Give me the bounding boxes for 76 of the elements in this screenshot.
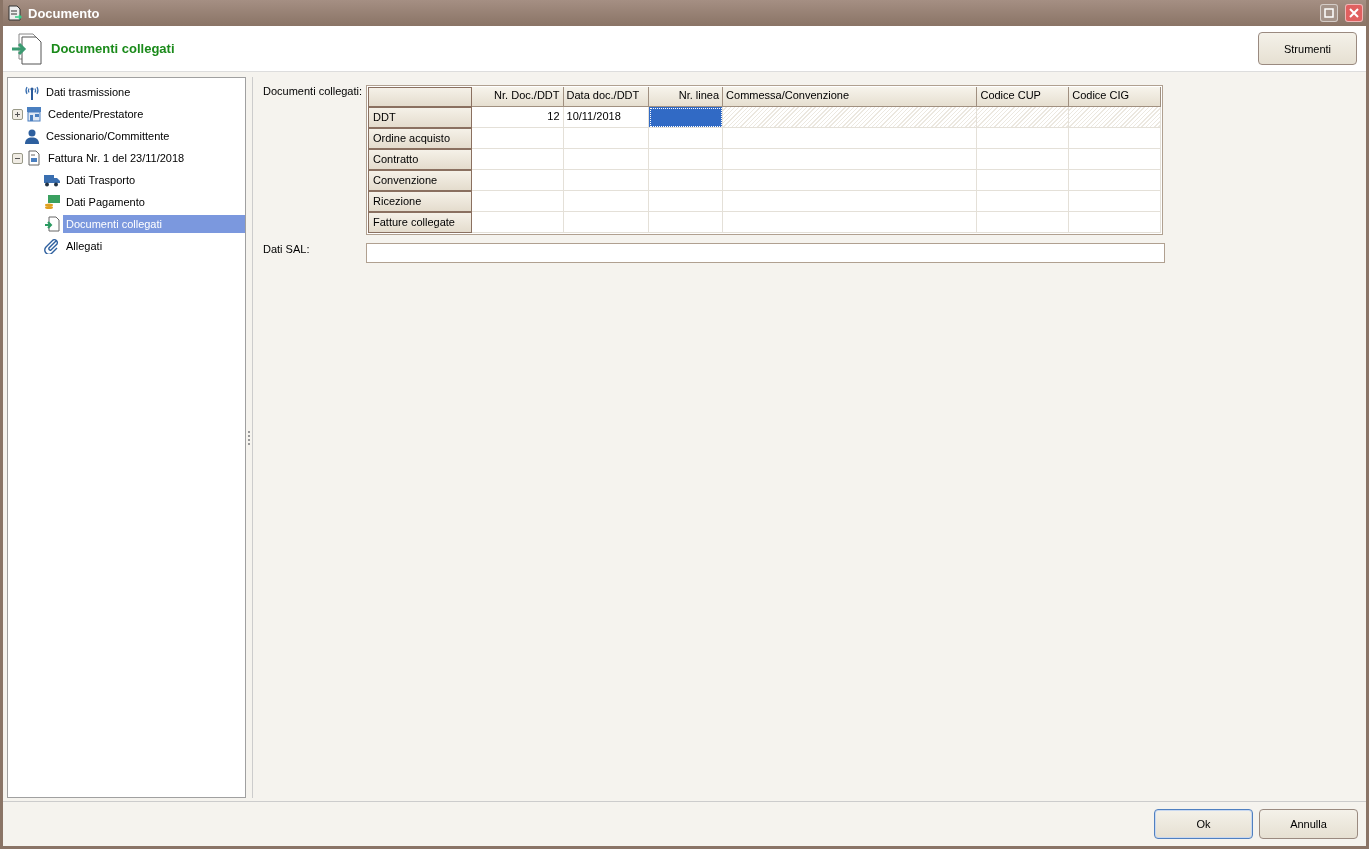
person-icon: [24, 128, 40, 144]
column-header[interactable]: Codice CUP: [977, 87, 1070, 107]
row-header: Contratto: [368, 149, 472, 170]
table-cell[interactable]: [1069, 191, 1161, 212]
antenna-icon: [24, 84, 40, 100]
store-icon: [26, 106, 42, 122]
tree-item[interactable]: Fattura Nr. 1 del 23/11/2018: [45, 149, 188, 167]
column-header[interactable]: Commessa/Convenzione: [723, 87, 978, 107]
close-icon: [1349, 8, 1359, 18]
table-cell[interactable]: [723, 149, 978, 170]
table-cell[interactable]: [471, 191, 564, 212]
table-cell[interactable]: [977, 191, 1070, 212]
table-cell[interactable]: [563, 128, 650, 149]
linked-document-icon: [44, 216, 60, 232]
tree-item[interactable]: Cessionario/Committente: [43, 127, 173, 145]
dialog-button[interactable]: Annulla: [1259, 809, 1358, 839]
field-label: Documenti collegati:: [263, 85, 360, 99]
window-title: Documento: [28, 5, 100, 21]
column-header[interactable]: Data doc./DDT: [563, 87, 650, 107]
row-header: Convenzione: [368, 170, 472, 191]
table-cell[interactable]: [1069, 170, 1161, 191]
dialog-button[interactable]: Ok: [1154, 809, 1253, 839]
table-cell[interactable]: [649, 170, 724, 191]
table-cell[interactable]: [471, 128, 564, 149]
maximize-icon: [1324, 8, 1334, 18]
table-cell[interactable]: [723, 170, 978, 191]
truck-icon: [44, 172, 60, 188]
row-header: Fatture collegate: [368, 212, 472, 233]
tools-button[interactable]: Strumenti: [1258, 32, 1357, 65]
table-cell[interactable]: [723, 191, 978, 212]
table-cell[interactable]: [471, 212, 564, 233]
collapse-toggle[interactable]: [12, 152, 23, 164]
table-cell[interactable]: [1069, 212, 1161, 233]
plus-icon: [13, 109, 22, 119]
tree-item[interactable]: Dati Trasporto: [63, 171, 139, 189]
row-header: Ordine acquisto: [368, 128, 472, 149]
table-cell[interactable]: [977, 212, 1070, 233]
maximize-button[interactable]: [1320, 4, 1338, 22]
paperclip-icon: [44, 238, 60, 254]
table-cell[interactable]: [977, 128, 1070, 149]
row-header: Ricezione: [368, 191, 472, 212]
tree-item[interactable]: Dati trasmissione: [43, 83, 134, 101]
page-title: Documenti collegati: [51, 41, 175, 56]
table-cell[interactable]: [563, 170, 650, 191]
input-field[interactable]: [366, 243, 1165, 263]
money-icon: [44, 194, 60, 210]
column-header[interactable]: Nr. linea: [649, 87, 724, 107]
expand-toggle[interactable]: [12, 108, 23, 120]
table-cell[interactable]: [563, 191, 650, 212]
table-cell[interactable]: [977, 170, 1070, 191]
field-label: Dati SAL:: [263, 243, 311, 257]
document-icon: [7, 5, 23, 21]
document-icon: [26, 150, 42, 166]
table-cell[interactable]: [1069, 149, 1161, 170]
table-cell[interactable]: [649, 191, 724, 212]
table-cell[interactable]: 12: [471, 107, 564, 128]
row-header: DDT: [368, 107, 472, 128]
column-header[interactable]: Nr. Doc./DDT: [471, 87, 564, 107]
table-cell[interactable]: [649, 107, 724, 128]
table-cell[interactable]: [563, 149, 650, 170]
table-cell[interactable]: [563, 212, 650, 233]
tree-item[interactable]: Dati Pagamento: [63, 193, 148, 211]
tree-item[interactable]: Allegati: [63, 237, 106, 255]
table-cell[interactable]: [471, 170, 564, 191]
table-cell[interactable]: [723, 212, 978, 233]
table-cell[interactable]: [649, 212, 724, 233]
table-cell[interactable]: [649, 128, 724, 149]
table-cell[interactable]: [1069, 128, 1161, 149]
table-cell[interactable]: [723, 128, 978, 149]
linked-documents-icon: [11, 31, 45, 66]
close-button[interactable]: [1345, 4, 1363, 22]
table-cell[interactable]: [649, 149, 724, 170]
table-cell[interactable]: [471, 149, 564, 170]
column-header[interactable]: Codice CIG: [1069, 87, 1161, 107]
table-cell[interactable]: [977, 149, 1070, 170]
tree-item[interactable]: Cedente/Prestatore: [45, 105, 147, 123]
